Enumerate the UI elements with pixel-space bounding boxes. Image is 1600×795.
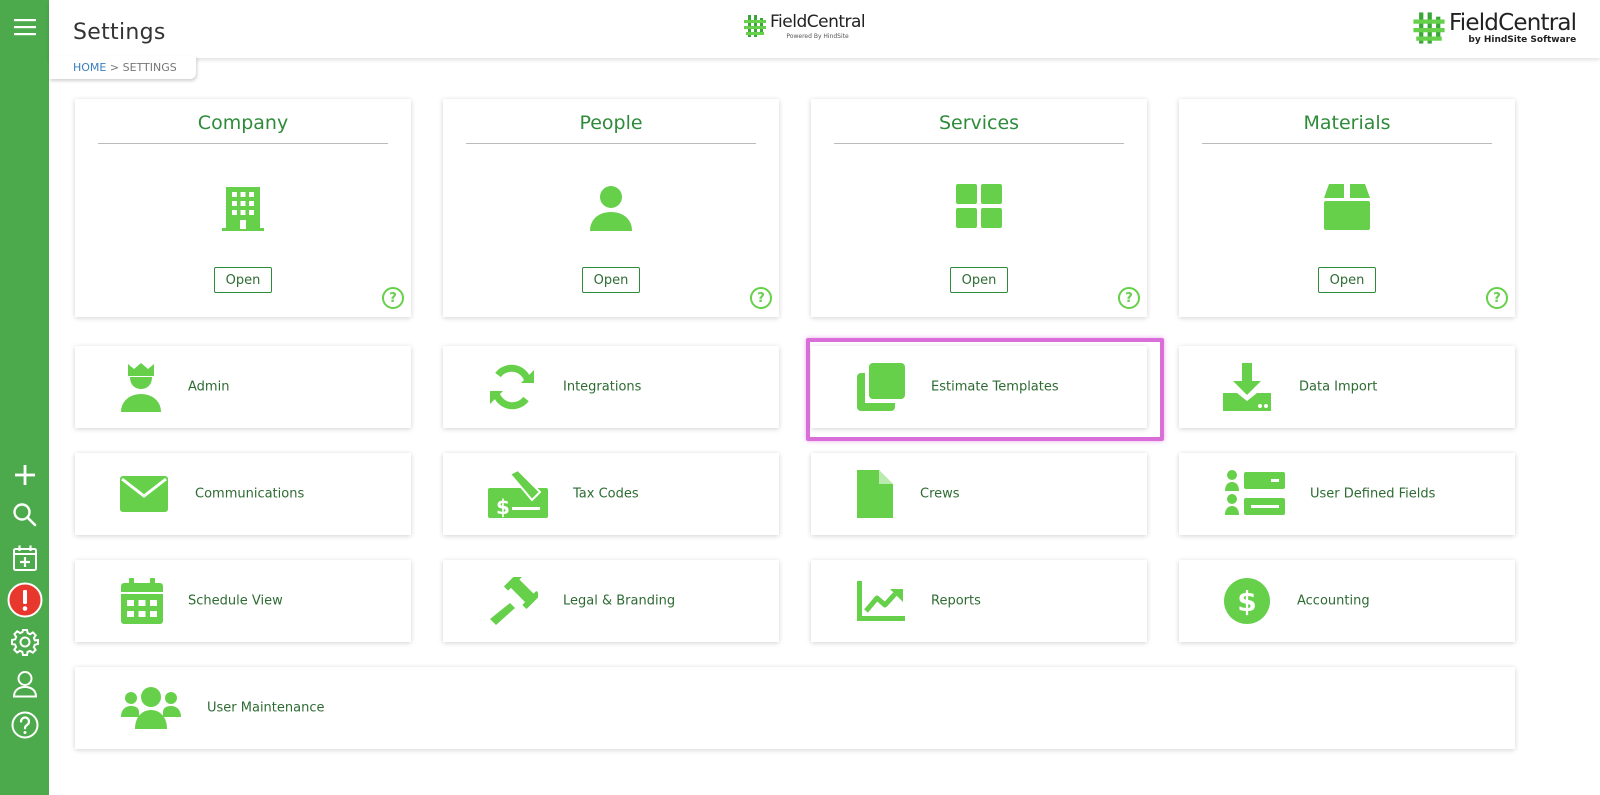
search-button[interactable] <box>0 497 49 533</box>
communications-tile[interactable]: Communications <box>75 453 411 535</box>
user-maintenance-tile[interactable]: User Maintenance <box>75 667 1515 749</box>
schedule-view-label: Schedule View <box>188 593 283 609</box>
accounting-tile[interactable]: $ Accounting <box>1179 560 1515 642</box>
tax-check-icon: $ <box>488 470 548 518</box>
chart-line-icon <box>857 581 905 621</box>
legal-branding-label: Legal & Branding <box>563 593 676 609</box>
people-help-icon[interactable]: ? <box>750 287 772 309</box>
materials-card: Materials Open ? <box>1179 99 1515 317</box>
data-import-tile[interactable]: Data Import <box>1179 346 1515 428</box>
materials-help-icon[interactable]: ? <box>1486 287 1508 309</box>
tax-codes-tile[interactable]: $ Tax Codes <box>443 453 779 535</box>
download-icon <box>1223 363 1271 411</box>
sync-icon <box>490 364 534 410</box>
user-defined-fields-label: User Defined Fields <box>1310 486 1436 502</box>
help-button[interactable] <box>0 707 49 743</box>
accounting-label: Accounting <box>1297 593 1370 609</box>
alert-icon <box>7 582 42 618</box>
building-icon <box>222 187 264 231</box>
person-icon <box>590 186 632 231</box>
calendar-icon <box>121 578 163 624</box>
users-group-icon <box>121 687 181 729</box>
company-card: Company Open ? <box>75 99 411 317</box>
crews-label: Crews <box>920 486 960 502</box>
company-card-title: Company <box>197 112 289 134</box>
settings-button[interactable] <box>0 624 49 660</box>
breadcrumb: HOME > SETTINGS <box>73 61 177 74</box>
dollar-icon: $ <box>1224 578 1270 624</box>
estimate-templates-label: Estimate Templates <box>931 379 1059 395</box>
tax-codes-label: Tax Codes <box>573 486 639 502</box>
integrations-label: Integrations <box>563 379 642 395</box>
user-fields-icon <box>1225 470 1285 515</box>
box-icon <box>1324 184 1370 230</box>
alerts-button[interactable] <box>0 582 49 618</box>
legal-branding-tile[interactable]: Legal & Branding <box>443 560 779 642</box>
materials-open-button[interactable]: Open <box>1318 267 1376 293</box>
logo-center: FieldCentral Powered By HindSite <box>743 12 866 40</box>
logo-center-name: FieldCentral <box>770 12 866 32</box>
user-icon <box>12 671 37 698</box>
people-card-title: People <box>579 112 643 134</box>
file-icon <box>857 470 893 518</box>
gear-icon <box>10 629 39 656</box>
integrations-tile[interactable]: Integrations <box>443 346 779 428</box>
company-help-icon[interactable]: ? <box>382 287 404 309</box>
logo-right: FieldCentral by HindSite Software <box>1412 10 1577 45</box>
user-defined-fields-tile[interactable]: User Defined Fields <box>1179 453 1515 535</box>
crews-tile[interactable]: Crews <box>811 453 1147 535</box>
breadcrumb-home-link[interactable]: HOME <box>73 61 106 74</box>
services-open-button[interactable]: Open <box>950 267 1008 293</box>
header: Settings FieldCentral Powered By HindSit… <box>49 0 1600 58</box>
fieldcentral-logo-icon <box>744 15 766 37</box>
communications-label: Communications <box>195 486 305 502</box>
admin-label: Admin <box>188 379 230 395</box>
services-card-title: Services <box>938 112 1020 134</box>
sidebar <box>0 0 49 795</box>
menu-icon <box>13 19 36 36</box>
admin-icon <box>121 363 161 412</box>
profile-button[interactable] <box>0 666 49 702</box>
divider <box>1202 143 1492 144</box>
reports-label: Reports <box>931 593 981 609</box>
people-open-button[interactable]: Open <box>582 267 640 293</box>
company-open-button[interactable]: Open <box>214 267 272 293</box>
user-maintenance-label: User Maintenance <box>207 700 325 716</box>
svg-text:$: $ <box>1237 585 1256 618</box>
logo-right-sub: by HindSite Software <box>1468 35 1577 45</box>
divider <box>466 143 756 144</box>
divider <box>834 143 1124 144</box>
add-button[interactable] <box>0 457 49 493</box>
admin-tile[interactable]: Admin <box>75 346 411 428</box>
menu-button[interactable] <box>0 9 49 45</box>
fieldcentral-logo-icon <box>1413 11 1445 44</box>
divider <box>98 143 388 144</box>
logo-center-sub: Powered By HindSite <box>786 33 849 40</box>
plus-icon <box>14 465 35 485</box>
schedule-add-button[interactable] <box>0 540 49 576</box>
envelope-icon <box>120 476 168 512</box>
people-card: People Open ? <box>443 99 779 317</box>
services-help-icon[interactable]: ? <box>1118 287 1140 309</box>
help-icon <box>11 711 38 739</box>
page-title: Settings <box>73 20 166 45</box>
estimate-templates-tile[interactable]: Estimate Templates <box>811 346 1147 428</box>
data-import-label: Data Import <box>1299 379 1378 395</box>
gavel-icon <box>490 577 538 625</box>
breadcrumb-separator: > <box>106 61 123 74</box>
svg-text:$: $ <box>496 495 510 518</box>
copy-icon <box>857 363 905 411</box>
breadcrumb-tab: HOME > SETTINGS <box>49 56 196 79</box>
breadcrumb-current: SETTINGS <box>122 61 177 74</box>
materials-card-title: Materials <box>1303 112 1391 134</box>
calendar-add-icon <box>12 545 37 571</box>
reports-tile[interactable]: Reports <box>811 560 1147 642</box>
schedule-view-tile[interactable]: Schedule View <box>75 560 411 642</box>
services-card: Services Open ? <box>811 99 1147 317</box>
grid-icon <box>956 184 1002 228</box>
logo-right-name: FieldCentral <box>1449 10 1577 36</box>
search-icon <box>12 503 36 527</box>
